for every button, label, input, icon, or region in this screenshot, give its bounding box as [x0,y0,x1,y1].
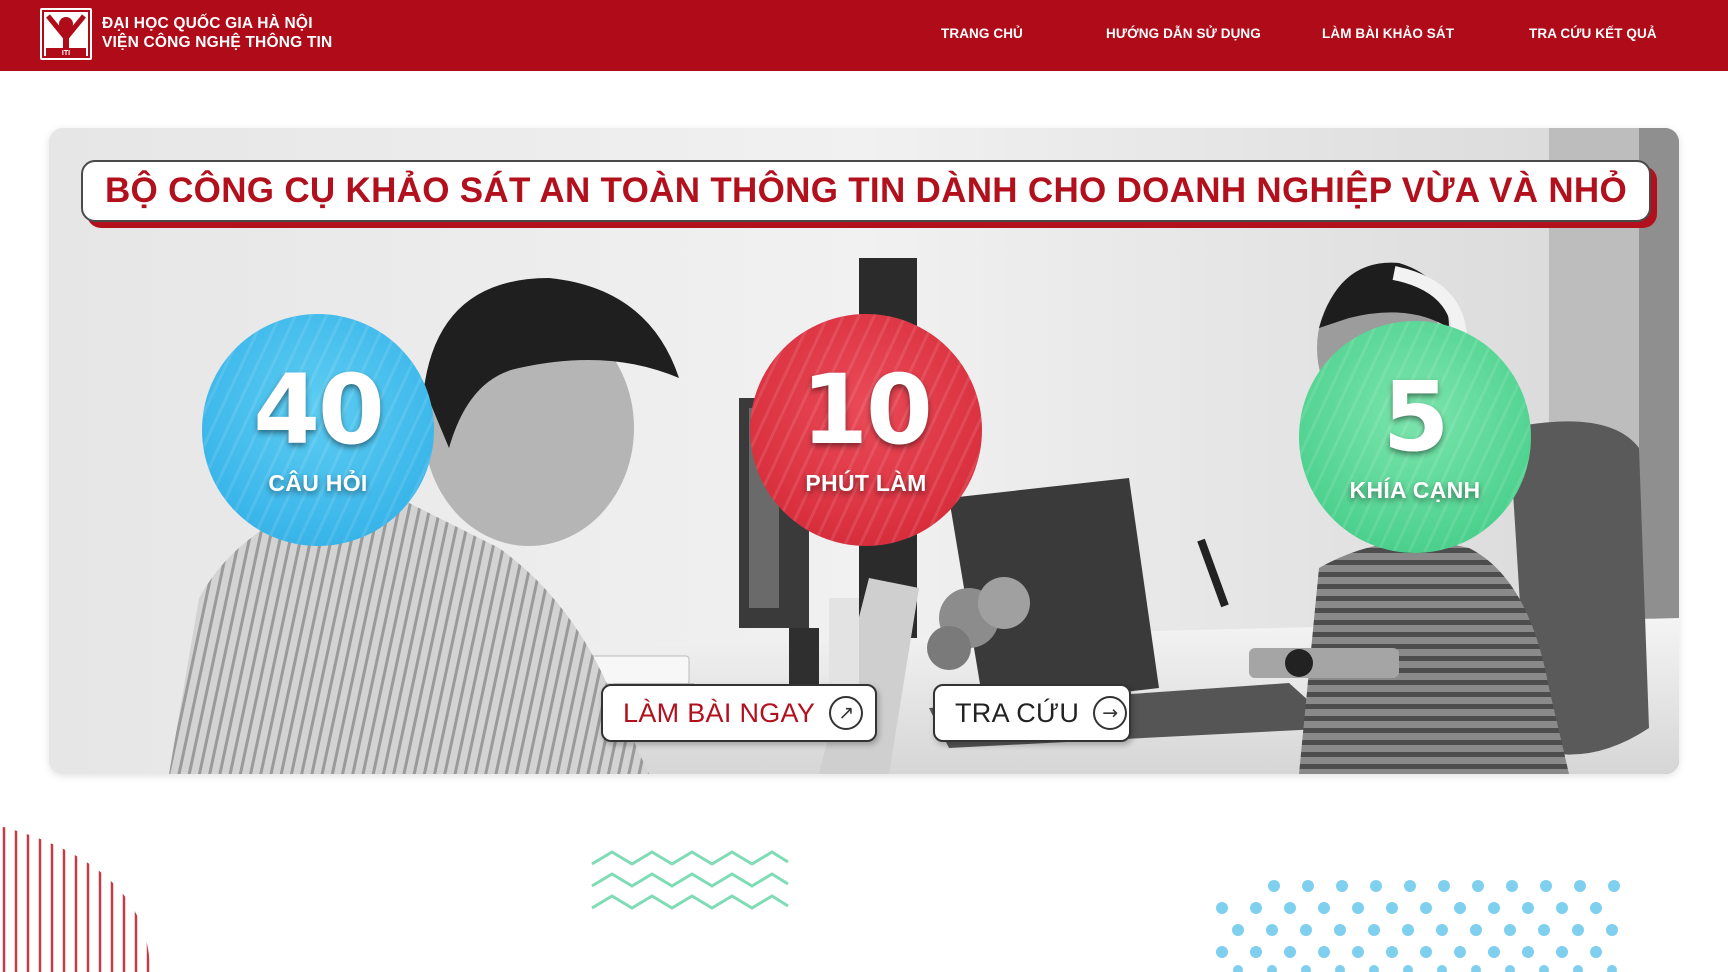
logo-caption: ITI [62,50,70,57]
main-nav: TRANG CHỦ HƯỚNG DẪN SỬ DỤNG LÀM BÀI KHẢO… [828,0,1728,71]
stat-aspects-value: 5 [1382,360,1450,473]
hero-banner: BỘ CÔNG CỤ KHẢO SÁT AN TOÀN THÔNG TIN DÀ… [49,128,1679,774]
start-survey-button[interactable]: LÀM BÀI NGAY ↗ [601,684,877,742]
decorative-green-zigzag [591,850,789,910]
stat-questions-label: CÂU HỎI [268,469,368,496]
brand-line-university: ĐẠI HỌC QUỐC GIA HÀ NỘI [102,15,313,32]
arrow-up-right-icon: ↗ [829,696,864,730]
lookup-label: TRA CỨU [955,697,1080,728]
lookup-button[interactable]: TRA CỨU → [933,684,1131,742]
decorative-red-stripes [2,826,150,972]
brand-line-institute: VIỆN CÔNG NGHỆ THÔNG TIN [102,34,333,51]
stat-aspects-label: KHÍA CẠNH [1349,476,1481,503]
stat-minutes-value: 10 [801,353,933,466]
hero-title-bar: BỘ CÔNG CỤ KHẢO SÁT AN TOÀN THÔNG TIN DÀ… [81,160,1651,222]
nav-home[interactable]: TRANG CHỦ [941,26,1023,41]
brand-name[interactable]: ĐẠI HỌC QUỐC GIA HÀ NỘI VIỆN CÔNG NGHỆ T… [102,14,332,52]
stat-aspects: 5 KHÍA CẠNH [1299,321,1531,553]
nav-take-survey[interactable]: LÀM BÀI KHẢO SÁT [1322,26,1454,41]
nav-lookup-results[interactable]: TRA CỨU KẾT QUẢ [1529,26,1657,41]
start-survey-label: LÀM BÀI NGAY [623,697,816,728]
stat-minutes-label: PHÚT LÀM [805,469,927,496]
stat-questions: 40 CÂU HỎI [202,314,434,546]
hero-title: BỘ CÔNG CỤ KHẢO SÁT AN TOÀN THÔNG TIN DÀ… [104,171,1628,210]
logo-emblem-icon: ITI [42,10,90,58]
site-header: ITI ĐẠI HỌC QUỐC GIA HÀ NỘI VIỆN CÔNG NG… [0,0,1728,71]
arrow-right-icon: → [1093,696,1128,730]
decorative-blue-dots [1216,880,1620,972]
institute-logo[interactable]: ITI [40,8,92,60]
stat-minutes: 10 PHÚT LÀM [750,314,982,546]
stat-questions-value: 40 [253,353,385,466]
nav-user-guide[interactable]: HƯỚNG DẪN SỬ DỤNG [1106,26,1261,41]
